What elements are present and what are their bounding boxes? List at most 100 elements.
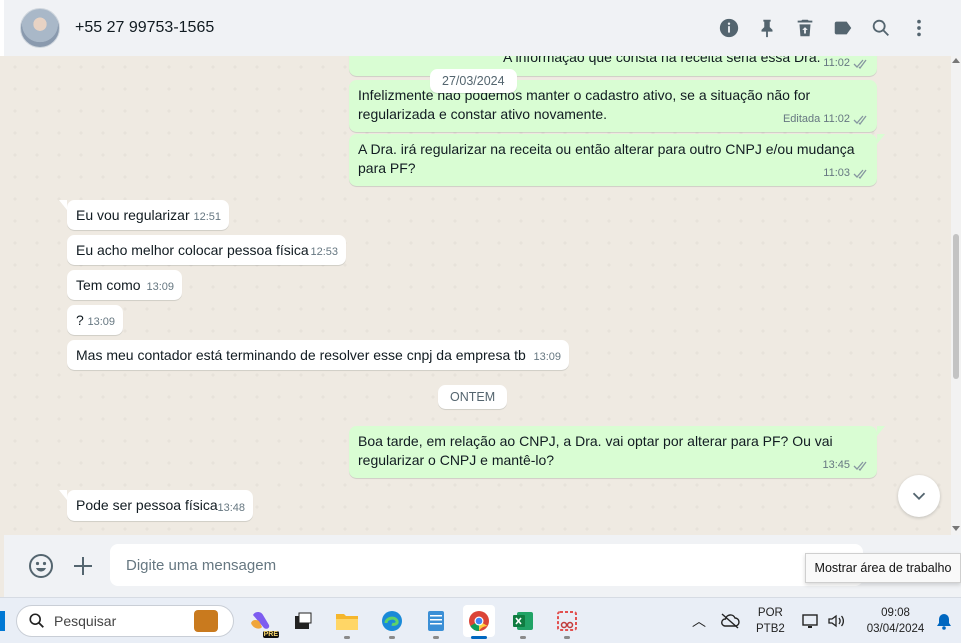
clock-date: 03/04/2024 <box>866 623 925 635</box>
contact-name[interactable]: +55 27 99753-1565 <box>75 19 214 37</box>
contact-avatar[interactable] <box>20 8 60 48</box>
message-time: 13:48 <box>217 502 245 514</box>
message-bubble-incoming[interactable]: Eu vou regularizar 12:51 <box>59 200 229 230</box>
message-meta: 13:09 <box>533 348 561 367</box>
emoji-icon[interactable] <box>28 553 54 579</box>
double-check-icon <box>853 461 867 471</box>
search-icon[interactable] <box>869 14 893 42</box>
show-desktop-tooltip: Mostrar área de trabalho <box>805 553 961 583</box>
edge-app[interactable] <box>376 605 408 639</box>
chat-scrollbar[interactable] <box>951 56 961 535</box>
message-meta: 11:02 <box>823 56 869 73</box>
message-meta: 13:48 <box>217 499 245 518</box>
message-time: 13:09 <box>87 316 115 328</box>
copilot-icon <box>251 612 270 629</box>
running-indicator <box>471 636 487 639</box>
message-bubble-incoming[interactable]: Eu acho melhor colocar pessoa física 12:… <box>67 235 346 265</box>
message-meta: 13:45 <box>822 456 869 475</box>
running-indicator <box>564 636 570 639</box>
message-meta: 12:53 <box>310 243 338 262</box>
system-tray: ︿ POR PTB2 09:08 03/04/2024 <box>692 598 952 643</box>
chat-header: +55 27 99753-1565 <box>0 0 961 56</box>
chat-area[interactable]: A informação que consta na receita seria… <box>4 56 951 535</box>
chrome-app[interactable] <box>463 605 495 639</box>
windows-taskbar: Pesquisar PRE ︿ POR PTB2 09:08 03/04/202… <box>0 597 961 643</box>
double-check-icon <box>853 59 867 69</box>
task-view-icon <box>295 612 312 629</box>
briefcase-icon[interactable] <box>194 610 218 632</box>
scroll-down-arrow[interactable] <box>952 526 960 531</box>
notepad-icon <box>428 611 444 631</box>
scroll-to-bottom-button[interactable] <box>898 475 940 517</box>
bubble-tail <box>877 426 885 436</box>
copilot-badge: PRE <box>262 631 279 638</box>
message-meta: 12:51 <box>193 208 221 227</box>
message-time: 11:03 <box>823 167 850 179</box>
info-icon[interactable] <box>717 14 741 42</box>
running-indicator <box>344 636 350 639</box>
header-actions <box>717 14 931 42</box>
date-separator: 27/03/2024 <box>430 69 517 93</box>
scroll-thumb[interactable] <box>953 234 959 379</box>
message-meta: 13:09 <box>146 278 174 297</box>
message-bubble-outgoing[interactable]: Boa tarde, em relação ao CNPJ, a Dra. va… <box>349 426 885 478</box>
notification-bell-icon[interactable] <box>936 612 952 630</box>
pin-icon[interactable] <box>755 14 779 42</box>
bubble-tail <box>59 490 67 500</box>
menu-icon[interactable] <box>907 14 931 42</box>
message-time: 11:02 <box>823 113 850 125</box>
message-bubble-outgoing[interactable]: A informação que consta na receita seria… <box>349 56 877 76</box>
message-meta: 11:03 <box>823 164 869 183</box>
message-bubble-incoming[interactable]: ? 13:09 <box>67 305 123 335</box>
label-icon[interactable] <box>831 14 855 42</box>
bubble-tail <box>59 200 67 210</box>
snipping-tool-icon <box>557 611 577 631</box>
message-meta: 13:09 <box>87 313 115 332</box>
clock-time: 09:08 <box>881 607 910 619</box>
date-separator: ONTEM <box>438 385 508 409</box>
chrome-icon <box>469 611 489 632</box>
start-button[interactable] <box>0 611 5 631</box>
message-text: A Dra. irá regularizar na receita ou ent… <box>358 141 855 176</box>
chevron-down-icon <box>912 492 926 501</box>
task-view-app[interactable] <box>287 605 319 637</box>
volume-icon[interactable] <box>827 612 847 630</box>
delete-icon[interactable] <box>793 14 817 42</box>
message-time: 12:51 <box>193 211 221 223</box>
running-indicator <box>433 636 439 639</box>
scroll-up-arrow[interactable] <box>952 58 960 63</box>
copilot-app[interactable]: PRE <box>245 605 279 638</box>
notepad-app[interactable] <box>420 605 452 639</box>
search-icon <box>29 613 44 628</box>
message-text: Boa tarde, em relação ao CNPJ, a Dra. va… <box>358 433 833 468</box>
taskbar-search[interactable]: Pesquisar <box>16 605 234 637</box>
running-indicator <box>389 636 395 639</box>
keyboard-layout: PTB2 <box>756 623 785 635</box>
edge-icon <box>382 611 402 631</box>
message-bubble-incoming[interactable]: Pode ser pessoa física 13:48 <box>59 490 253 521</box>
message-time: 11:02 <box>823 57 850 69</box>
message-input[interactable] <box>110 544 863 586</box>
input-language[interactable]: POR PTB2 <box>756 605 785 637</box>
file-explorer-app[interactable] <box>331 605 363 639</box>
message-text: Mas meu contador está terminando de reso… <box>76 347 526 363</box>
bubble-tail <box>877 134 885 144</box>
language-code: POR <box>757 607 783 619</box>
snipping-tool-app[interactable] <box>551 605 583 639</box>
excel-app[interactable] <box>507 605 539 639</box>
folder-icon <box>336 614 358 630</box>
message-text: Eu acho melhor colocar pessoa física <box>76 242 309 258</box>
attach-plus-icon[interactable] <box>70 553 96 579</box>
clock[interactable]: 09:08 03/04/2024 <box>867 605 925 637</box>
message-bubble-incoming[interactable]: Mas meu contador está terminando de reso… <box>67 340 569 370</box>
message-bubble-outgoing[interactable]: Infelizmente não podemos manter o cadast… <box>349 80 877 132</box>
message-bubble-incoming[interactable]: Tem como 13:09 <box>67 270 182 300</box>
chevron-up-icon[interactable]: ︿ <box>692 611 706 631</box>
running-indicator <box>520 636 526 639</box>
excel-icon <box>513 612 533 630</box>
message-bubble-outgoing[interactable]: A Dra. irá regularizar na receita ou ent… <box>349 134 885 186</box>
double-check-icon <box>853 115 867 125</box>
network-icon[interactable] <box>801 612 821 630</box>
cloud-off-icon[interactable] <box>720 612 740 630</box>
message-time: 12:53 <box>310 246 338 258</box>
